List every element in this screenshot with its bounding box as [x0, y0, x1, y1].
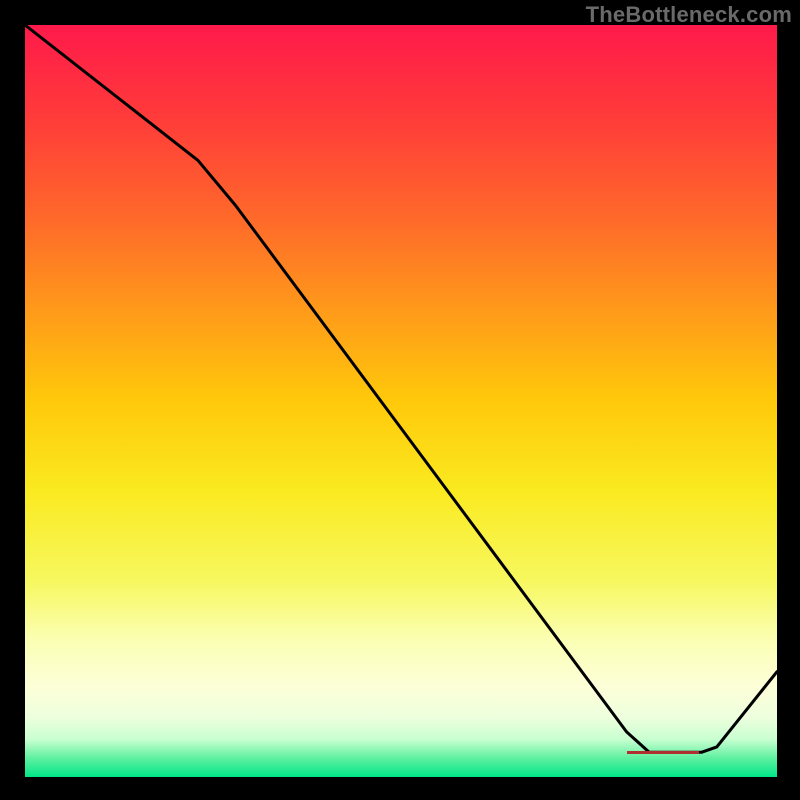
chart-frame: TheBottleneck.com ▬▬▬▬▬▬▬▬▬▬▬▬▬▬: [0, 0, 800, 800]
minimum-marker: ▬▬▬▬▬▬▬▬▬▬▬▬▬▬: [627, 746, 699, 757]
bottleneck-curve: [25, 25, 777, 777]
plot-area: ▬▬▬▬▬▬▬▬▬▬▬▬▬▬: [25, 25, 777, 777]
